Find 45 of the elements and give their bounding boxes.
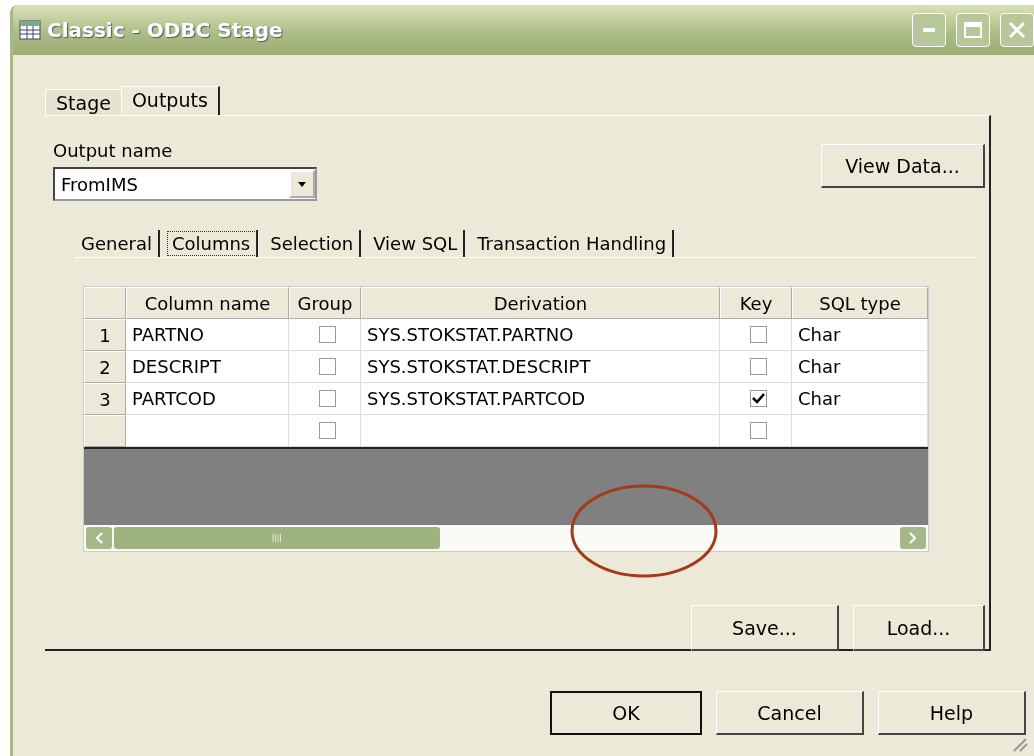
scroll-left-icon[interactable]: [86, 527, 112, 549]
checkbox[interactable]: [750, 390, 767, 407]
maximize-icon: [964, 22, 982, 38]
close-button[interactable]: [1000, 13, 1034, 47]
corner-cell: [84, 287, 126, 319]
row-header[interactable]: [84, 415, 126, 447]
close-icon: [1008, 21, 1026, 39]
tab[interactable]: Columns: [165, 229, 259, 257]
window-title: Classic - ODBC Stage: [47, 18, 284, 42]
field-label: Output name: [53, 140, 174, 161]
tab[interactable]: Transaction Handling: [471, 229, 675, 257]
minimize-icon: [923, 28, 935, 32]
checkbox[interactable]: [319, 358, 336, 375]
tab[interactable]: Selection: [264, 229, 362, 257]
column-header[interactable]: Derivation: [361, 287, 720, 319]
tab[interactable]: Outputs: [120, 86, 220, 116]
column-header[interactable]: Group: [289, 287, 361, 319]
save-button[interactable]: Save...: [691, 605, 839, 651]
checkbox[interactable]: [319, 390, 336, 407]
dialog-button[interactable]: OK: [550, 691, 702, 735]
column-header[interactable]: SQL type: [792, 287, 928, 319]
output-name-dropdown[interactable]: FromIMS: [53, 167, 317, 201]
horizontal-scrollbar[interactable]: [84, 525, 928, 551]
tab[interactable]: Stage: [45, 89, 121, 115]
scroll-right-icon[interactable]: [900, 527, 926, 549]
view-data-button[interactable]: View Data...: [821, 144, 985, 188]
row-header[interactable]: 2: [84, 351, 126, 383]
dialog-button[interactable]: Help: [878, 691, 1026, 735]
checkbox[interactable]: [319, 422, 336, 439]
column-header[interactable]: Key: [720, 287, 792, 319]
column-header[interactable]: Column name: [126, 287, 289, 319]
tab[interactable]: View SQL: [367, 229, 466, 257]
minimize-button[interactable]: [912, 13, 946, 47]
row-header[interactable]: 3: [84, 383, 126, 415]
table-icon: [19, 20, 41, 40]
dialog-button[interactable]: Cancel: [716, 691, 864, 735]
scrollbar-thumb[interactable]: [114, 527, 440, 549]
checkbox[interactable]: [319, 326, 336, 343]
checkbox[interactable]: [750, 358, 767, 375]
maximize-button[interactable]: [956, 13, 990, 47]
checkbox[interactable]: [750, 422, 767, 439]
row-header[interactable]: 1: [84, 319, 126, 351]
checkbox[interactable]: [750, 326, 767, 343]
load-button[interactable]: Load...: [853, 605, 985, 651]
tab[interactable]: General: [75, 229, 160, 257]
